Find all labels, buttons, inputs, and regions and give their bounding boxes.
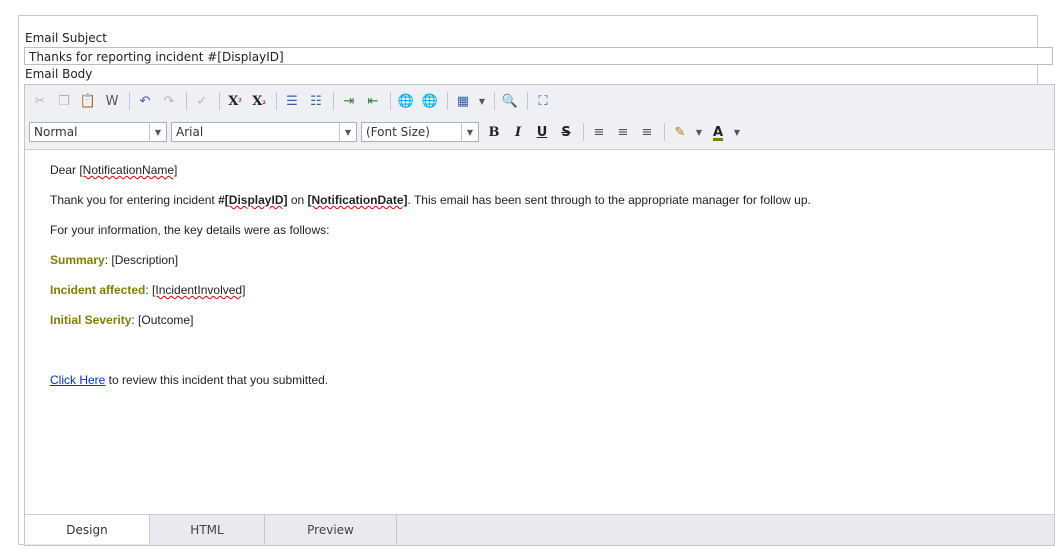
tab-html[interactable]: HTML	[150, 515, 265, 544]
align-left-icon[interactable]: ≡	[588, 121, 610, 143]
email-subject-input[interactable]: Thanks for reporting incident #[DisplayI…	[24, 47, 1053, 65]
find-icon[interactable]: 🔍	[499, 90, 521, 112]
summary-value: : [Description]	[104, 253, 179, 267]
severity-line: Initial Severity: [Outcome]	[50, 313, 193, 327]
bulleted-list-icon[interactable]: ☷	[305, 90, 327, 112]
toolbar-divider	[527, 92, 528, 110]
chevron-down-icon: ▼	[339, 123, 356, 141]
toolbar-divider	[390, 92, 391, 110]
review-text: to review this incident that you submitt…	[105, 373, 329, 387]
incident-affected-value: [IncidentInvolved]	[152, 283, 246, 297]
severity-label: Initial Severity	[50, 313, 132, 327]
info-line: For your information, the key details we…	[50, 223, 330, 237]
redo-icon[interactable]: ↷	[158, 90, 180, 112]
editor-mode-tabs: Design HTML Preview	[25, 514, 1054, 545]
hash-text: #	[218, 193, 225, 207]
notification-date-token: [NotificationDate]	[307, 193, 408, 207]
numbered-list-icon[interactable]: ☰	[281, 90, 303, 112]
subscript-icon[interactable]: X₂	[248, 90, 270, 112]
remove-link-icon[interactable]: 🌐	[419, 90, 441, 112]
underline-button[interactable]: U	[531, 121, 553, 143]
email-subject-label: Email Subject	[25, 31, 107, 45]
toolbar-divider	[583, 123, 584, 141]
paragraph-style-value: Normal	[34, 125, 78, 139]
thank-you-text: Thank you for entering incident	[50, 193, 219, 207]
toolbar-divider	[447, 92, 448, 110]
cut-icon[interactable]: ✂	[29, 90, 51, 112]
bold-button[interactable]: B	[483, 121, 505, 143]
copy-icon[interactable]: ❐	[53, 90, 75, 112]
strikethrough-button[interactable]: S	[555, 121, 577, 143]
font-color-button[interactable]: A	[707, 121, 729, 143]
highlight-color-icon[interactable]: ✎	[669, 121, 691, 143]
thank-you-rest-text: . This email has been sent through to th…	[407, 193, 811, 207]
superscript-icon[interactable]: X²	[224, 90, 246, 112]
toolbar-divider	[664, 123, 665, 141]
spellcheck-icon[interactable]: ✓	[191, 90, 213, 112]
superscript-label: X	[228, 93, 239, 109]
paste-from-word-icon[interactable]: W	[101, 90, 123, 112]
insert-table-icon[interactable]: ▦	[452, 90, 474, 112]
toolbar-divider	[219, 92, 220, 110]
incident-affected-line: Incident affected: [IncidentInvolved]	[50, 283, 245, 297]
click-here-link[interactable]: Click Here	[50, 373, 105, 387]
indent-icon[interactable]: ⇥	[338, 90, 360, 112]
toolbar-divider	[276, 92, 277, 110]
subscript-label: X	[252, 93, 263, 109]
editor-content[interactable]: Dear [NotificationName] Thank you for en…	[25, 150, 1054, 510]
chevron-down-icon[interactable]: ▼	[693, 121, 705, 143]
table-dropdown-arrow-icon[interactable]: ▼	[476, 90, 488, 112]
email-body-label: Email Body	[25, 67, 93, 81]
align-center-icon[interactable]: ≡	[612, 121, 634, 143]
chevron-down-icon: ▼	[149, 123, 166, 141]
fullscreen-icon[interactable]: ⛶	[532, 90, 554, 112]
tab-preview[interactable]: Preview	[265, 515, 397, 544]
chevron-down-icon[interactable]: ▼	[731, 121, 743, 143]
font-name-value: Arial	[176, 125, 204, 139]
editor-toolbar: ✂ ❐ 📋 W ↶ ↷ ✓ X² X₂ ☰ ☷ ⇥ ⇤ 🌐 🌐 ▦ ▼ 🔍 ⛶ …	[25, 85, 1054, 150]
italic-button[interactable]: I	[507, 121, 529, 143]
toolbar-divider	[333, 92, 334, 110]
thank-you-line: Thank you for entering incident #[Displa…	[50, 193, 811, 207]
paragraph-style-select[interactable]: Normal ▼	[29, 122, 167, 142]
review-line: Click Here to review this incident that …	[50, 373, 328, 387]
severity-value: : [Outcome]	[131, 313, 194, 327]
toolbar-divider	[186, 92, 187, 110]
incident-affected-label: Incident affected	[50, 283, 146, 297]
toolbar-divider	[494, 92, 495, 110]
toolbar-row-1: ✂ ❐ 📋 W ↶ ↷ ✓ X² X₂ ☰ ☷ ⇥ ⇤ 🌐 🌐 ▦ ▼ 🔍 ⛶	[29, 89, 556, 113]
font-size-select[interactable]: (Font Size) ▼	[361, 122, 479, 142]
tab-design[interactable]: Design	[25, 515, 150, 544]
on-text: on	[287, 193, 308, 207]
chevron-down-icon: ▼	[461, 123, 478, 141]
font-name-select[interactable]: Arial ▼	[171, 122, 357, 142]
align-right-icon[interactable]: ≡	[636, 121, 658, 143]
summary-label: Summary	[50, 253, 105, 267]
display-id-token: [DisplayID]	[224, 193, 288, 207]
undo-icon[interactable]: ↶	[134, 90, 156, 112]
summary-line: Summary: [Description]	[50, 253, 178, 267]
paste-icon[interactable]: 📋	[77, 90, 99, 112]
toolbar-row-2: Normal ▼ Arial ▼ (Font Size) ▼ B I U S ≡…	[29, 120, 745, 144]
toolbar-divider	[129, 92, 130, 110]
greeting-line: Dear [NotificationName]	[50, 163, 177, 177]
rich-text-editor: ✂ ❐ 📋 W ↶ ↷ ✓ X² X₂ ☰ ☷ ⇥ ⇤ 🌐 🌐 ▦ ▼ 🔍 ⛶ …	[24, 84, 1055, 546]
notification-name-token: [NotificationName]	[79, 163, 178, 177]
outdent-icon[interactable]: ⇤	[362, 90, 384, 112]
insert-link-icon[interactable]: 🌐	[395, 90, 417, 112]
greeting-prefix: Dear	[50, 163, 80, 177]
font-size-value: (Font Size)	[366, 125, 430, 139]
